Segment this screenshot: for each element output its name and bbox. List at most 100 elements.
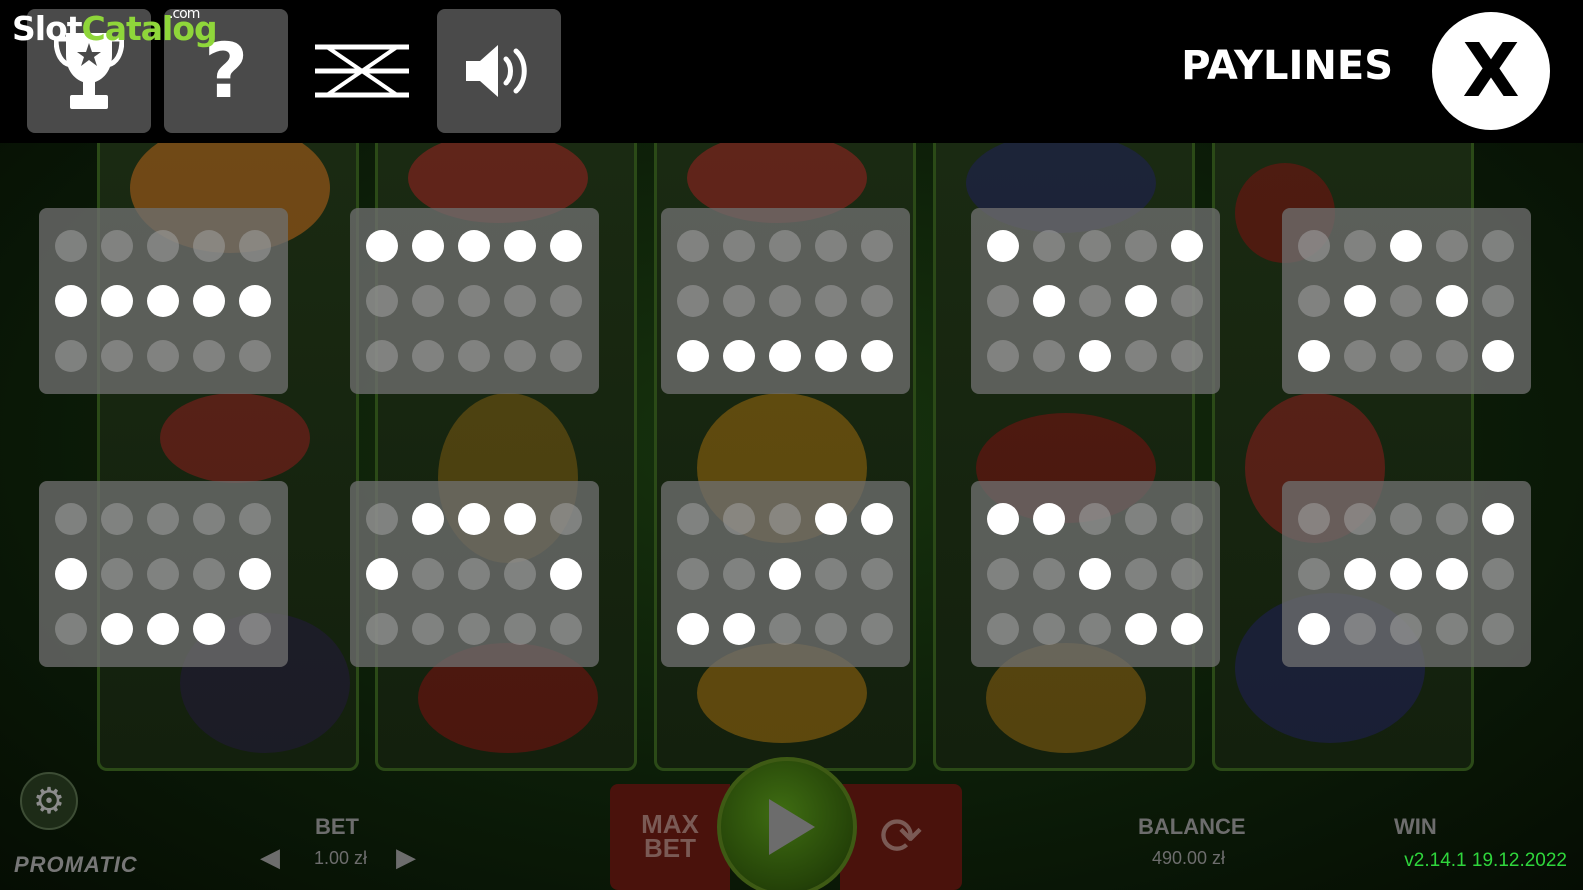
refresh-icon: ⟳ [879,808,923,866]
payline-dot-active [987,230,1019,262]
payline-dot-active [193,285,225,317]
bet-increase-button[interactable]: ▶ [396,842,416,873]
payline-card-2 [350,208,599,394]
max-bet-button[interactable]: MAX BET [610,784,730,890]
payline-dot-active [1125,285,1157,317]
payline-dot [1033,230,1065,262]
payline-dot [815,558,847,590]
payline-dot-active [412,503,444,535]
payline-dot-active [1482,503,1514,535]
payline-dot [723,285,755,317]
payline-dot [1033,558,1065,590]
payline-dot-active [458,503,490,535]
payline-dot-active [504,503,536,535]
payline-dot [239,613,271,645]
payline-dot [550,503,582,535]
payline-dot [815,230,847,262]
payline-dot [677,230,709,262]
payline-dot-active [1079,340,1111,372]
payline-dot [769,230,801,262]
balance-label: BALANCE [1138,814,1246,839]
payline-dot [1390,503,1422,535]
payline-dot [101,340,133,372]
payline-dot [1079,285,1111,317]
bet-decrease-button[interactable]: ◀ [260,842,280,873]
payline-card-10 [1282,481,1531,667]
payline-dot-active [815,340,847,372]
payline-dot [1171,285,1203,317]
payline-dot-active [412,230,444,262]
payline-dot [101,230,133,262]
payline-dot [677,285,709,317]
payline-dot [677,503,709,535]
payline-dot [193,558,225,590]
payline-dot-active [101,285,133,317]
payline-dot-active [366,230,398,262]
payline-card-6 [39,481,288,667]
payline-dot [769,285,801,317]
settings-button[interactable]: ⚙ [20,772,78,830]
payline-dot-active [1390,558,1422,590]
payline-dot [239,340,271,372]
payline-dot-active [1171,230,1203,262]
payline-dot-active [147,613,179,645]
payline-dot [987,340,1019,372]
payline-dot [147,503,179,535]
payline-dot [1298,503,1330,535]
payline-dot [366,340,398,372]
payline-dot [1482,230,1514,262]
payline-dot-active [1482,340,1514,372]
payline-dot [1125,503,1157,535]
payline-dot [1436,340,1468,372]
payline-dot [550,613,582,645]
payline-card-3 [661,208,910,394]
payline-dot [147,558,179,590]
payline-dot-active [769,340,801,372]
payline-dot-active [366,558,398,590]
version-text: v2.14.1 19.12.2022 [1404,850,1567,871]
win-label: WIN [1394,814,1437,839]
payline-dot-active [458,230,490,262]
payline-dot-active [861,340,893,372]
payline-dot [504,613,536,645]
payline-dot [458,613,490,645]
spin-button[interactable] [717,757,857,890]
payline-dot [504,340,536,372]
autoplay-button[interactable]: ⟳ [840,784,962,890]
payline-dot [1390,340,1422,372]
payline-dot-active [1171,613,1203,645]
payline-dot-active [1125,613,1157,645]
payline-dot-active [987,503,1019,535]
payline-dot-active [1390,230,1422,262]
payline-dot [815,613,847,645]
payline-dot [458,558,490,590]
payline-dot [55,613,87,645]
payline-dot [147,230,179,262]
payline-dot [1390,613,1422,645]
payline-dot [55,340,87,372]
payline-dot [1344,613,1376,645]
payline-dot-active [861,503,893,535]
payline-dot [987,558,1019,590]
payline-dot [861,613,893,645]
payline-dot-active [147,285,179,317]
payline-dot [366,285,398,317]
payline-card-4 [971,208,1220,394]
payline-dot [1171,503,1203,535]
payline-dot [193,503,225,535]
payline-dot-active [55,558,87,590]
payline-dot [458,340,490,372]
payline-dot-active [723,340,755,372]
payline-dot [861,285,893,317]
balance-value: 490.00 zł [1152,848,1226,868]
payline-dot-active [1298,340,1330,372]
payline-dot-active [504,230,536,262]
payline-card-1 [39,208,288,394]
payline-dot [412,285,444,317]
payline-dot [861,230,893,262]
payline-dot [1344,230,1376,262]
payline-dot [193,340,225,372]
payline-dot [504,285,536,317]
payline-dot-active [1344,285,1376,317]
payline-dot [193,230,225,262]
